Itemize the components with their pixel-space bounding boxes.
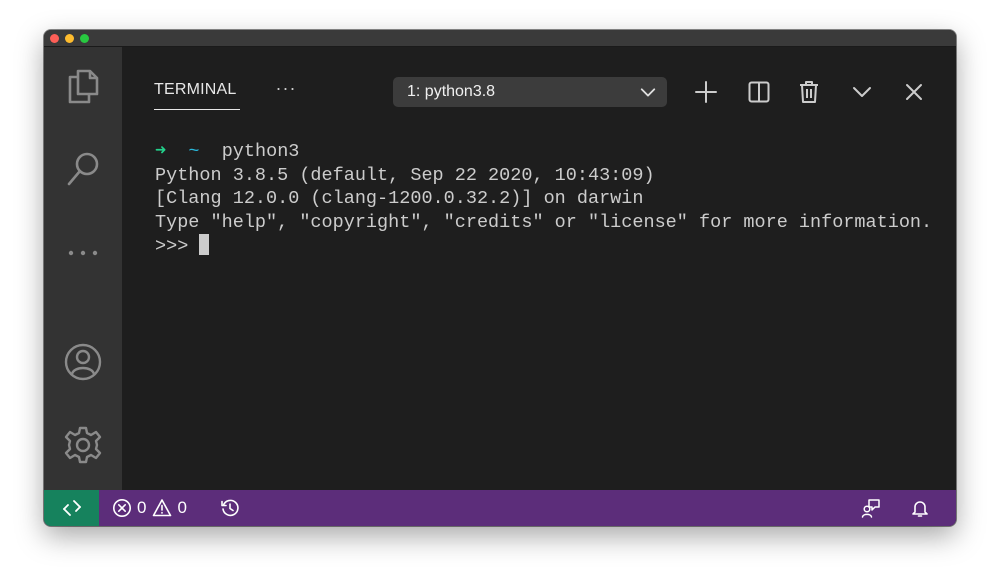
prompt-arrow: ➜ (155, 141, 167, 162)
tab-terminal[interactable]: TERMINAL (154, 81, 237, 99)
maximize-panel-button[interactable] (847, 77, 877, 107)
add-icon (695, 81, 717, 103)
terminal-select-label: 1: python3.8 (407, 83, 496, 100)
vscode-window: TERMINAL ··· 1: python3.8 ➜ ~ python3 Py… (44, 30, 956, 526)
title-bar (44, 30, 956, 47)
repl-prompt: >>> (155, 236, 189, 257)
activity-bar (44, 47, 122, 490)
prompt-line: ➜ ~ python3 (155, 140, 946, 164)
close-icon (906, 84, 922, 100)
warning-icon (153, 499, 172, 517)
account-icon[interactable] (63, 342, 103, 382)
search-icon[interactable] (63, 149, 103, 189)
zoom-window-button[interactable] (80, 34, 89, 43)
new-terminal-button[interactable] (691, 77, 721, 107)
status-bar: 0 0 (44, 490, 956, 526)
history-button[interactable] (220, 490, 240, 526)
ellipsis-icon[interactable] (63, 233, 103, 273)
error-count: 0 (137, 498, 147, 517)
bell-icon (912, 501, 928, 517)
close-panel-button[interactable] (899, 77, 929, 107)
chevron-down-icon (640, 88, 656, 97)
feedback-icon (861, 499, 880, 518)
files-icon[interactable] (63, 66, 103, 106)
command-text: python3 (221, 141, 300, 162)
active-tab-indicator (154, 109, 240, 110)
chevron-down-icon (853, 87, 871, 97)
terminal-cursor (199, 234, 210, 255)
close-window-button[interactable] (50, 34, 59, 43)
terminal-panel: TERMINAL ··· 1: python3.8 ➜ ~ python3 Py… (122, 47, 956, 490)
split-icon (748, 81, 770, 103)
output-line: Type "help", "copyright", "credits" or "… (155, 211, 933, 233)
gear-icon[interactable] (63, 425, 103, 465)
terminal-select[interactable]: 1: python3.8 (393, 77, 667, 107)
output-line: [Clang 12.0.0 (clang-1200.0.32.2)] on da… (155, 188, 644, 209)
warning-count: 0 (177, 498, 187, 517)
prompt-directory: ~ (188, 141, 200, 162)
split-terminal-button[interactable] (744, 77, 774, 107)
trash-icon (800, 81, 818, 103)
notifications-button[interactable] (910, 490, 930, 526)
history-icon (221, 499, 239, 517)
error-icon (113, 499, 131, 517)
output-line: Python 3.8.5 (default, Sep 22 2020, 10:4… (155, 164, 655, 186)
feedback-button[interactable] (861, 490, 881, 526)
problems-indicator[interactable]: 0 0 (112, 490, 187, 526)
more-actions-button[interactable]: ··· (272, 77, 300, 101)
remote-indicator[interactable] (44, 490, 99, 526)
kill-terminal-button[interactable] (794, 77, 824, 107)
terminal-output[interactable]: ➜ ~ python3 Python 3.8.5 (default, Sep 22… (155, 140, 946, 259)
repl-line: >>> (155, 234, 946, 259)
remote-icon (62, 500, 81, 516)
minimize-window-button[interactable] (65, 34, 74, 43)
